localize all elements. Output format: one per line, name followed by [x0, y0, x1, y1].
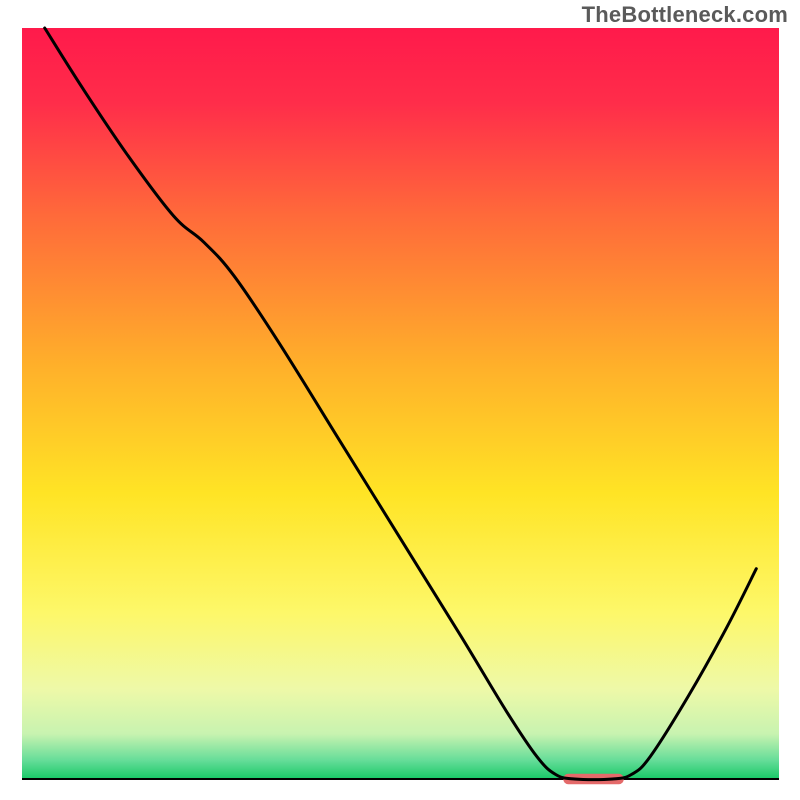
chart-svg — [0, 0, 800, 800]
chart-container: TheBottleneck.com — [0, 0, 800, 800]
plot-background — [22, 28, 779, 779]
